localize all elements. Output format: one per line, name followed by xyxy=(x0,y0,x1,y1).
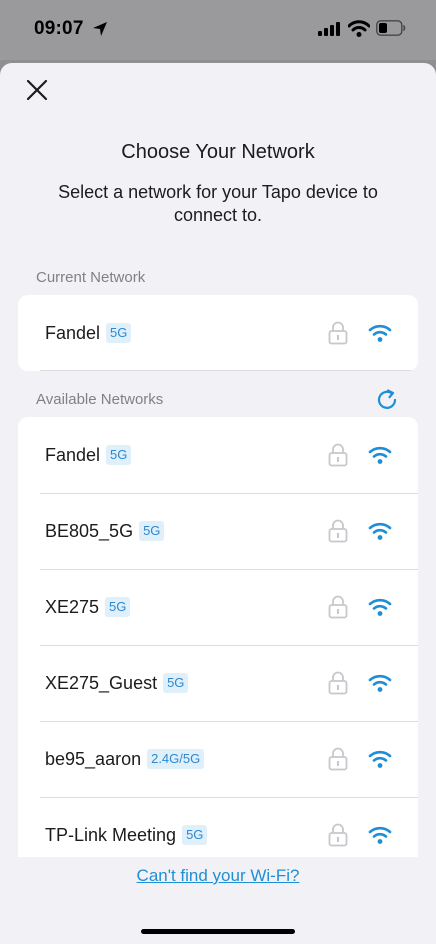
current-network-row[interactable]: Fandel 5G xyxy=(18,295,418,371)
lock-icon xyxy=(328,595,348,624)
wifi-icon xyxy=(368,825,392,850)
cant-find-wifi-link[interactable]: Can't find your Wi-Fi? xyxy=(0,866,436,886)
lock-icon xyxy=(328,747,348,776)
current-network-card: Fandel 5G xyxy=(18,295,418,371)
band-badge: 5G xyxy=(163,673,189,693)
network-ssid: Fandel xyxy=(45,444,101,465)
wifi-icon xyxy=(368,521,392,546)
status-time: 09:07 xyxy=(34,18,84,39)
band-badge: 5G xyxy=(106,445,132,465)
wifi-icon xyxy=(368,445,392,470)
network-ssid: BE805_5G xyxy=(45,520,134,541)
network-sheet: Choose Your Network Select a network for… xyxy=(0,63,436,944)
network-row[interactable]: TP-Link Meeting 5G xyxy=(18,797,418,857)
network-row[interactable]: Fandel 5G xyxy=(18,417,418,493)
band-badge: 5G xyxy=(106,323,132,343)
wifi-icon xyxy=(368,323,392,348)
current-network-label: Current Network xyxy=(36,269,146,286)
band-badge: 5G xyxy=(105,597,131,617)
available-networks-label: Available Networks xyxy=(36,391,164,408)
lock-icon xyxy=(328,443,348,472)
network-ssid: TP-Link Meeting xyxy=(45,824,177,845)
network-ssid: be95_aaron xyxy=(45,748,142,769)
wifi-icon xyxy=(368,749,392,774)
page-subtitle: Select a network for your Tapo device to… xyxy=(58,182,378,225)
lock-icon xyxy=(328,519,348,548)
band-badge: 5G xyxy=(139,521,165,541)
close-icon xyxy=(26,79,48,101)
network-ssid: XE275 xyxy=(45,596,100,617)
band-badge: 2.4G/5G xyxy=(147,749,205,769)
lock-icon xyxy=(328,671,348,700)
home-indicator xyxy=(141,929,295,934)
location-arrow-icon xyxy=(92,21,108,42)
network-row[interactable]: XE275_Guest 5G xyxy=(18,645,418,721)
refresh-icon xyxy=(377,389,397,409)
network-ssid: Fandel xyxy=(45,322,101,343)
refresh-button[interactable] xyxy=(374,387,400,418)
band-badge: 5G xyxy=(182,825,208,845)
close-button[interactable] xyxy=(22,75,52,105)
available-networks-list: Fandel 5G BE805_5G 5G XE275 5G XE275_Gue… xyxy=(18,417,418,857)
page-title: Choose Your Network xyxy=(121,141,315,163)
wifi-icon xyxy=(368,597,392,622)
lock-icon xyxy=(328,321,348,350)
network-row[interactable]: be95_aaron 2.4G/5G xyxy=(18,721,418,797)
wifi-status-icon xyxy=(347,20,371,42)
battery-icon xyxy=(376,20,406,41)
network-ssid: XE275_Guest xyxy=(45,672,158,693)
signal-bars-icon xyxy=(318,22,342,41)
lock-icon xyxy=(328,823,348,852)
network-row[interactable]: BE805_5G 5G xyxy=(18,493,418,569)
wifi-icon xyxy=(368,673,392,698)
status-bar: 09:07 xyxy=(0,0,436,60)
network-row[interactable]: XE275 5G xyxy=(18,569,418,645)
